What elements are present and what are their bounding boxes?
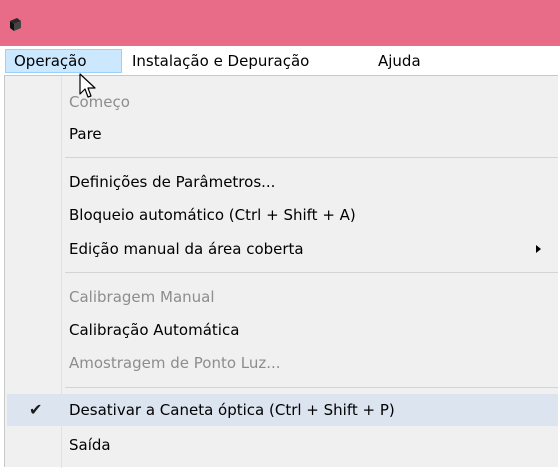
menu-item-pare[interactable]: Pare xyxy=(5,118,558,150)
menu-ajuda[interactable]: Ajuda xyxy=(370,49,429,73)
operacao-dropdown-menu: Começo Pare Definições de Parâmetros... … xyxy=(4,75,558,468)
menu-instalacao-e-depuracao[interactable]: Instalação e Depuração xyxy=(124,49,317,73)
submenu-arrow-icon xyxy=(536,245,541,253)
menu-item-saida[interactable]: Saída xyxy=(5,429,558,461)
app-icon[interactable] xyxy=(8,16,22,32)
menu-item-definicoes-de-parametros[interactable]: Definições de Parâmetros... xyxy=(5,166,558,198)
menu-separator xyxy=(65,387,558,388)
menu-item-label: Calibração Automática xyxy=(69,321,240,339)
checkmark-icon: ✔ xyxy=(29,400,43,419)
menu-item-bloqueio-automatico[interactable]: Bloqueio automático (Ctrl + Shift + A) xyxy=(5,199,558,231)
menu-item-amostragem-de-ponto-luz[interactable]: Amostragem de Ponto Luz... xyxy=(5,347,558,379)
menu-separator xyxy=(65,157,558,158)
menu-item-label: Edição manual da área coberta xyxy=(69,240,304,258)
menu-item-desativar-caneta-optica[interactable]: ✔ Desativar a Caneta óptica (Ctrl + Shif… xyxy=(7,394,558,426)
menu-item-label: Calibragem Manual xyxy=(69,288,215,306)
menu-item-calibragem-manual[interactable]: Calibragem Manual xyxy=(5,281,558,313)
menu-item-label: Desativar a Caneta óptica (Ctrl + Shift … xyxy=(69,401,395,419)
menu-separator xyxy=(65,272,558,273)
menu-item-calibracao-automatica[interactable]: Calibração Automática xyxy=(5,314,558,346)
menu-item-label: Bloqueio automático (Ctrl + Shift + A) xyxy=(69,206,356,224)
menu-item-label: Definições de Parâmetros... xyxy=(69,173,276,191)
menu-item-label: Pare xyxy=(69,125,102,143)
mouse-pointer-icon xyxy=(79,73,96,98)
title-bar xyxy=(0,0,560,46)
menu-item-label: Amostragem de Ponto Luz... xyxy=(69,354,281,372)
menu-operacao[interactable]: Operação xyxy=(5,49,122,73)
menu-item-edicao-manual-area-coberta[interactable]: Edição manual da área coberta xyxy=(5,233,558,265)
menu-item-label: Saída xyxy=(69,436,111,454)
